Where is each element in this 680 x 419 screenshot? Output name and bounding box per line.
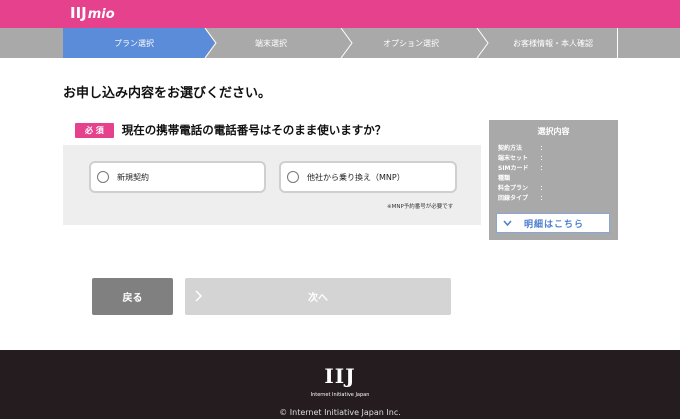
required-badge: 必 須 xyxy=(75,122,114,138)
summary-row: 回線タイプ ： xyxy=(498,192,548,202)
chevron-down-icon xyxy=(503,220,512,226)
summary-key: SIMカード xyxy=(498,164,529,172)
radio-icon[interactable] xyxy=(287,171,299,183)
step-label: お客様情報・本人確認 xyxy=(513,38,593,48)
step-end-divider xyxy=(617,28,618,58)
logo-main-text: IIJ xyxy=(70,4,87,22)
back-label: 戻る xyxy=(122,293,143,304)
summary-key: 種類 xyxy=(498,174,511,182)
view-details-button[interactable]: 明細はこちら xyxy=(496,213,610,233)
summary-colon: ： xyxy=(540,184,547,192)
next-button[interactable]: 次へ xyxy=(185,278,451,315)
summary-row: 料金プラン ： xyxy=(498,182,548,192)
option-new-contract[interactable]: 新規契約 xyxy=(89,161,266,193)
summary-colon: ： xyxy=(540,154,547,162)
logo-sub-text: mio xyxy=(87,7,115,22)
summary-rows: 契約方法 ： 端末セット ： SIMカード ： 種類 料金プラン ： 回線タイプ ： xyxy=(498,142,548,202)
summary-key: 端末セット xyxy=(498,154,529,162)
step-option: オプション選択 xyxy=(352,28,470,58)
selection-summary: 選択内容 契約方法 ： 端末セット ： SIMカード ： 種類 料金プラン ： 回線タイ… xyxy=(489,120,618,240)
chevron-right-icon xyxy=(195,290,202,302)
progress-steps: プラン選択 端末選択 オプション選択 お客様情報・本人確認 xyxy=(0,28,680,58)
option-mnp[interactable]: 他社から乗り換え（MNP） xyxy=(279,161,457,193)
summary-title: 選択内容 xyxy=(537,127,570,136)
step-label: オプション選択 xyxy=(383,38,439,48)
page-title: お申し込み内容をお選びください。 xyxy=(63,86,272,101)
summary-key: 料金プラン xyxy=(498,184,529,192)
summary-row: 種類 xyxy=(498,172,548,182)
summary-colon: ： xyxy=(540,164,547,172)
step-device: 端末選択 xyxy=(216,28,326,58)
company-name: Internet Initiative Japan xyxy=(310,392,370,398)
summary-row: 端末セット ： xyxy=(498,152,548,162)
view-details-label: 明細はこちら xyxy=(524,219,585,230)
mnp-note: ※MNP予約番号が必要です xyxy=(387,204,454,210)
question-header: 必 須 現在の携帯電話の電話番号はそのまま使いますか？ xyxy=(63,118,481,142)
next-label: 次へ xyxy=(308,293,328,304)
summary-row: 契約方法 ： xyxy=(498,142,548,152)
summary-key: 契約方法 xyxy=(498,144,523,152)
summary-colon: ： xyxy=(540,144,547,152)
options-panel: 新規契約 他社から乗り換え（MNP） ※MNP予約番号が必要です xyxy=(63,145,481,225)
back-button[interactable]: 戻る xyxy=(92,278,173,315)
copyright-text: © Internet Initiative Japan Inc. xyxy=(279,408,401,417)
step-customer-info: お客様情報・本人確認 xyxy=(488,28,618,58)
site-header: IIJmio xyxy=(0,0,680,28)
site-footer: IIJ Internet Initiative Japan © Internet… xyxy=(0,350,680,419)
option-label: 他社から乗り換え（MNP） xyxy=(307,172,405,182)
step-label: 端末選択 xyxy=(255,38,287,48)
option-label: 新規契約 xyxy=(117,172,149,182)
summary-key: 回線タイプ xyxy=(498,194,529,202)
iijmio-logo[interactable]: IIJmio xyxy=(70,4,115,22)
iij-footer-logo[interactable]: IIJ xyxy=(0,364,680,388)
question-text: 現在の携帯電話の電話番号はそのまま使いますか？ xyxy=(121,123,387,137)
summary-row: SIMカード ： xyxy=(498,162,548,172)
summary-colon: ： xyxy=(540,194,547,202)
step-plan: プラン選択 xyxy=(63,28,205,58)
radio-icon[interactable] xyxy=(97,171,109,183)
step-label: プラン選択 xyxy=(114,38,154,48)
